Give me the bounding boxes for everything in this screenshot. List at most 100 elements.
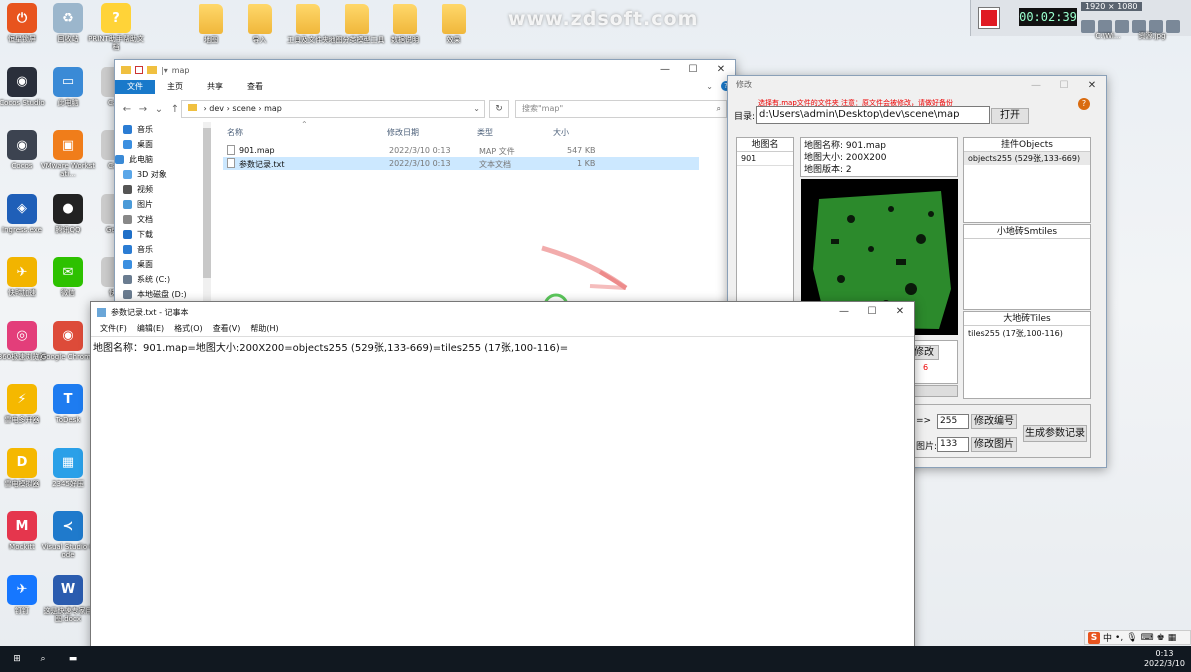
maximize-button[interactable]: ☐ [1050, 76, 1078, 96]
desktop-icon-label: 2345好压 [52, 479, 84, 488]
file-row[interactable]: 901.map 2022/3/10 0:13 MAP 文件 547 KB [223, 144, 699, 157]
desktop-icon[interactable]: 资源.jpg [1130, 32, 1174, 40]
notepad-icon [97, 307, 106, 317]
objects-item[interactable]: objects255 (529张,133-669) [964, 152, 1090, 165]
menu-item[interactable]: 格式(O) [169, 322, 208, 336]
minimize-button[interactable]: — [1022, 76, 1050, 96]
mic-icon[interactable]: 🎙 [1126, 633, 1137, 643]
desktop-icon[interactable]: ◉ Google Chrome [40, 320, 96, 361]
desktop-icon[interactable]: C:\Wi... [1086, 32, 1130, 40]
nav-item-icon [123, 140, 132, 149]
search-input[interactable]: 搜索"map" ⌕ [515, 100, 727, 118]
nav-scrollbar[interactable] [203, 122, 211, 304]
edit-number-button[interactable]: 修改编号 [971, 414, 1017, 429]
close-button[interactable]: ✕ [886, 302, 914, 322]
grid-icon[interactable]: ▦ [1168, 633, 1177, 643]
system-tray[interactable]: 0:13 2022/3/10 [1144, 646, 1185, 672]
column-name[interactable]: 名称 [227, 127, 243, 138]
back-arrow-icon[interactable]: ← [119, 104, 135, 115]
column-type[interactable]: 类型 [477, 127, 493, 138]
nav-item[interactable]: 音乐 [115, 242, 211, 257]
quick-access-check-icon[interactable] [135, 66, 143, 74]
number-input[interactable]: 255 [937, 414, 969, 429]
file-explorer-taskbar-icon[interactable]: ▬ [64, 646, 82, 672]
folder-icon [441, 4, 466, 34]
big-tiles-panel: 大地砖Tiles tiles255 (17张,100-116) [963, 311, 1091, 399]
info-size: 地图大小: 200X200 [804, 153, 887, 163]
search-icon[interactable]: ⌕ [34, 646, 52, 672]
ribbon-tab[interactable]: 文件 [115, 80, 155, 94]
ribbon-tab[interactable]: 查看 [235, 80, 275, 94]
windows-start-icon[interactable]: ⊞ [6, 646, 28, 672]
ribbon-tab[interactable]: 共享 [195, 80, 235, 94]
dir-input[interactable]: d:\Users\admin\Desktop\dev\scene\map [756, 106, 990, 124]
ime-toolbar[interactable]: S 中 •, 🎙 ⌨ ♚ ▦ [1084, 630, 1191, 645]
window-title: map [171, 65, 190, 75]
nav-item[interactable]: 视频 [115, 182, 211, 197]
nav-item-icon [123, 200, 132, 209]
nav-item[interactable]: 系统 (C:) [115, 272, 211, 287]
nav-item[interactable]: 桌面 [115, 137, 211, 152]
pic-input[interactable]: 133 [937, 437, 969, 452]
menu-item[interactable]: 文件(F) [95, 322, 132, 336]
folder-icon [296, 4, 320, 34]
nav-item-icon [115, 155, 124, 164]
nav-item[interactable]: 桌面 [115, 257, 211, 272]
file-row-selected[interactable]: 参数记录.txt 2022/3/10 0:13 文本文档 1 KB [223, 157, 699, 170]
nav-item[interactable]: 此电脑 [115, 152, 211, 167]
minimize-button[interactable]: — [651, 60, 679, 80]
skin-icon[interactable]: ♚ [1157, 633, 1165, 643]
close-button[interactable]: ✕ [1078, 76, 1106, 96]
expand-ribbon-icon[interactable]: ⌄ [706, 82, 713, 91]
generate-record-button[interactable]: 生成参数记录 [1023, 425, 1087, 442]
small-tiles-panel: 小地砖Smtiles [963, 224, 1091, 310]
ime-mode[interactable]: 中 [1103, 631, 1112, 644]
breadcrumb-scene[interactable]: scene [232, 104, 255, 113]
refresh-icon[interactable]: ↻ [489, 100, 509, 118]
pin-icon[interactable]: |▾ [161, 66, 168, 75]
nav-item[interactable]: 图片 [115, 197, 211, 212]
nav-item[interactable]: 下载 [115, 227, 211, 242]
notepad-textarea[interactable]: 地图名称：901.map=地图大小:200X200=objects255 (52… [91, 336, 914, 671]
recent-dropdown-icon[interactable]: ⌄ [151, 104, 167, 115]
file-type: MAP 文件 [479, 147, 515, 156]
column-size[interactable]: 大小 [553, 127, 569, 138]
maximize-button[interactable]: ☐ [858, 302, 886, 322]
pic-label: 图片: [916, 442, 938, 452]
open-button[interactable]: 打开 [991, 108, 1029, 124]
edit-picture-button[interactable]: 修改图片 [971, 437, 1017, 452]
nav-item[interactable]: 文档 [115, 212, 211, 227]
maximize-button[interactable]: ☐ [679, 60, 707, 80]
desktop-icon[interactable]: W 这是快速专家用图.docx [40, 574, 96, 623]
menu-item[interactable]: 帮助(H) [245, 322, 283, 336]
punctuation-icon[interactable]: •, [1115, 633, 1123, 643]
nav-item[interactable]: 3D 对象 [115, 167, 211, 182]
big-tiles-item[interactable]: tiles255 (17张,100-116) [964, 326, 1090, 341]
ribbon-tab[interactable]: 主页 [155, 80, 195, 94]
desktop-icon[interactable]: ? PRINT助手帮助文档 [88, 3, 144, 51]
menu-item[interactable]: 查看(V) [208, 322, 246, 336]
help-icon[interactable]: ? [1078, 98, 1090, 110]
desktop-icon[interactable]: ▦ 2345好压 [40, 447, 96, 488]
forward-arrow-icon[interactable]: → [135, 104, 151, 115]
stop-record-button[interactable] [978, 7, 1000, 29]
menu-item[interactable]: 编辑(E) [132, 322, 169, 336]
info-name: 地图名称: 901.map [804, 141, 886, 151]
app-icon: ✈ [7, 574, 37, 605]
desktop-folder[interactable]: 效果 [426, 4, 482, 44]
address-dropdown-icon[interactable]: ⌄ [473, 101, 480, 117]
breadcrumb-dev[interactable]: dev [209, 104, 224, 113]
nav-item-icon [123, 260, 132, 269]
desktop-icon[interactable]: ≺ Visual Studio Code [40, 511, 96, 559]
keyboard-icon[interactable]: ⌨ [1141, 633, 1154, 643]
breadcrumb-map[interactable]: map [264, 104, 282, 113]
desktop-icon[interactable]: T ToDesk [40, 384, 96, 424]
app-icon: ◎ [7, 320, 37, 351]
column-date[interactable]: 修改日期 [387, 127, 419, 138]
address-input[interactable]: › dev › scene › map ⌄ [181, 100, 485, 118]
nav-item[interactable]: 音乐 [115, 122, 211, 137]
list-item[interactable]: 901 [737, 152, 793, 166]
folder-icon [393, 4, 417, 34]
minimize-button[interactable]: — [830, 302, 858, 322]
nav-item[interactable]: 本地磁盘 (D:) [115, 287, 211, 302]
